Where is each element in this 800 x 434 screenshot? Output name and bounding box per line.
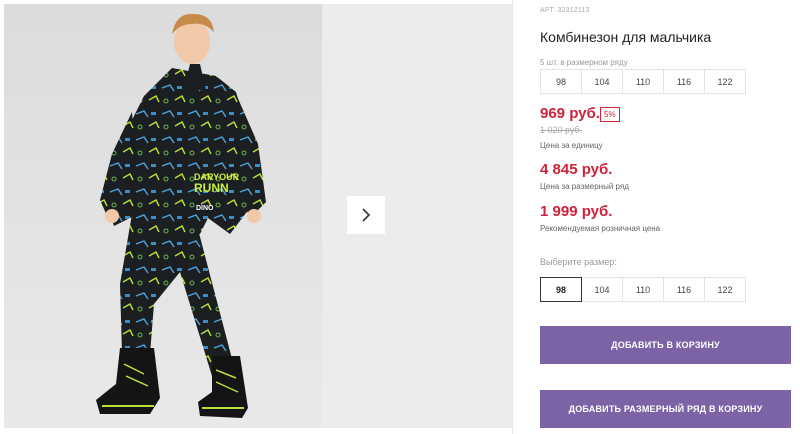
series-size: 122: [704, 69, 746, 94]
product-panel: АРТ. 32312113 Комбинезон для мальчика 5 …: [540, 0, 800, 434]
svg-text:DINO: DINO: [196, 205, 214, 212]
series-size: 104: [581, 69, 623, 94]
size-option-98[interactable]: 98: [540, 277, 582, 302]
series-label: 5 шт. в размерном ряду: [540, 58, 628, 67]
size-option-116[interactable]: 116: [663, 277, 705, 302]
divider: [512, 0, 513, 434]
series-price: 4 845 руб.: [540, 161, 613, 178]
add-series-to-cart-button[interactable]: ДОБАВИТЬ РАЗМЕРНЫЙ РЯД В КОРЗИНУ: [540, 390, 791, 428]
series-price-caption: Цена за размерный ряд: [540, 182, 629, 191]
discount-badge: 5%: [600, 107, 620, 122]
series-sizes: 98 104 110 116 122: [540, 69, 746, 94]
chevron-right-icon: [362, 208, 371, 222]
unit-price: 969 руб.: [540, 105, 600, 122]
series-size: 110: [622, 69, 664, 94]
pick-size-label: Выберите размер:: [540, 257, 617, 267]
size-option-110[interactable]: 110: [622, 277, 664, 302]
unit-price-caption: Цена за единицу: [540, 141, 603, 150]
add-to-cart-button[interactable]: ДОБАВИТЬ В КОРЗИНУ: [540, 326, 791, 364]
rrp-caption: Рекомендуемая розничная цена: [540, 224, 661, 233]
size-option-104[interactable]: 104: [581, 277, 623, 302]
next-image-button[interactable]: [347, 196, 385, 234]
product-gallery: DARYOUR RUNN DINO: [0, 0, 512, 434]
product-photo[interactable]: DARYOUR RUNN DINO: [4, 4, 322, 428]
size-picker: 98 104 110 116 122: [540, 277, 746, 302]
svg-text:RUNN: RUNN: [194, 181, 229, 195]
rrp-price: 1 999 руб.: [540, 203, 613, 220]
series-size: 116: [663, 69, 705, 94]
product-title: Комбинезон для мальчика: [540, 29, 712, 45]
size-option-122[interactable]: 122: [704, 277, 746, 302]
series-size: 98: [540, 69, 582, 94]
product-sku: АРТ. 32312113: [540, 7, 590, 14]
old-price: 1 020 руб.: [540, 125, 583, 135]
